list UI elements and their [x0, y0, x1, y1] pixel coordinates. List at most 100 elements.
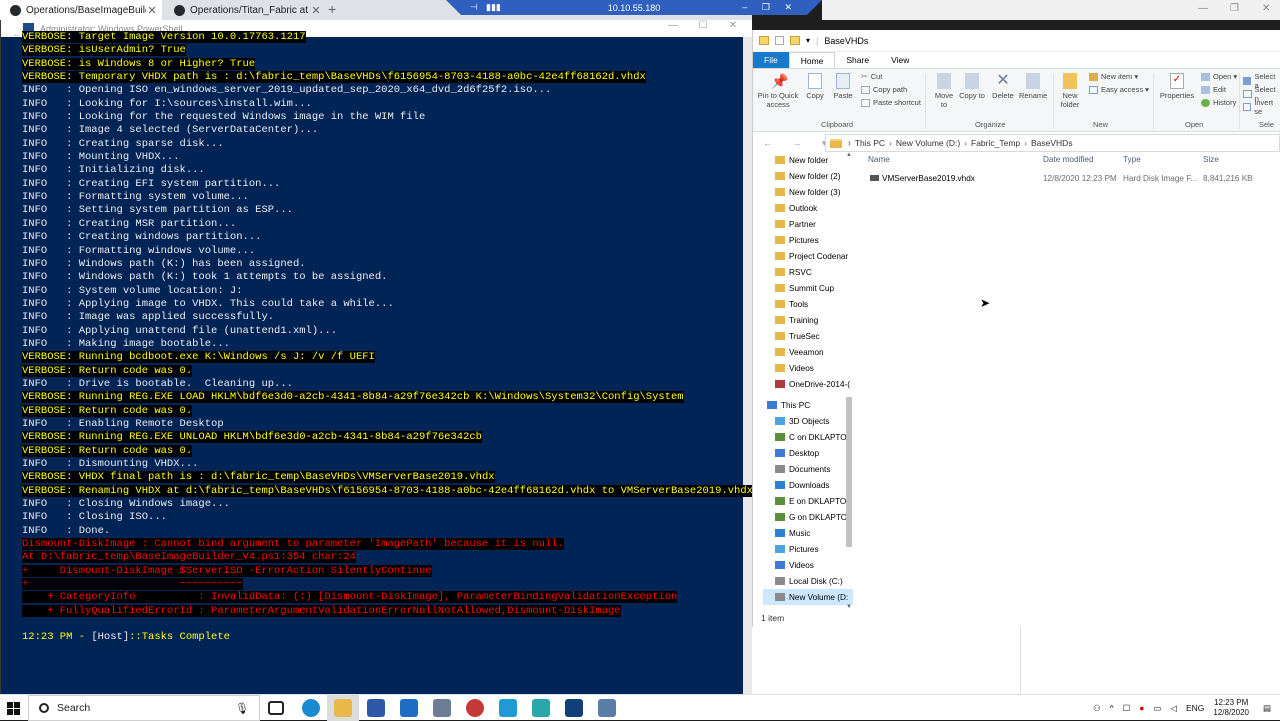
rdp-window-controls[interactable]: – ❐ ✕	[742, 2, 798, 13]
sidebar-item[interactable]: Music	[763, 525, 853, 541]
mail-icon[interactable]	[400, 699, 418, 717]
app-icon-4[interactable]	[532, 699, 550, 717]
sidebar-item[interactable]: New folder (3)	[763, 184, 853, 200]
history-button[interactable]: History	[1201, 98, 1236, 107]
sidebar-item[interactable]: Training	[763, 312, 853, 328]
pin-quick-access-button[interactable]: 📌 Pin to Quick access	[755, 73, 801, 109]
app-icon-3[interactable]	[499, 699, 517, 717]
sidebar-item[interactable]: New folder (2)	[763, 168, 853, 184]
app-icon-2[interactable]	[466, 699, 484, 717]
notification-icon[interactable]: ▤	[1263, 703, 1271, 714]
store-icon[interactable]	[367, 699, 385, 717]
navigation-scrollbar[interactable]: ▲ ▼	[845, 152, 853, 610]
pin-icon[interactable]: ⊣	[470, 2, 478, 13]
clock[interactable]: 12:23 PM 12/8/2020	[1213, 698, 1249, 718]
rename-button[interactable]: Rename	[1019, 73, 1047, 100]
sidebar-item[interactable]: Outlook	[763, 200, 853, 216]
sidebar-item[interactable]: New folder	[763, 152, 853, 168]
copy-path-button[interactable]: Copy path	[861, 85, 907, 94]
sidebar-item[interactable]: Tools	[763, 296, 853, 312]
scroll-thumb[interactable]	[846, 397, 852, 547]
maximize-icon[interactable]: ❐	[1230, 3, 1239, 14]
show-hidden-icons-icon[interactable]: ^	[1110, 703, 1114, 713]
close-icon[interactable]: ✕	[1262, 3, 1270, 14]
open-button[interactable]: Open ▾	[1201, 72, 1237, 81]
breadcrumb-this-pc[interactable]: This PC	[855, 138, 885, 148]
sidebar-item[interactable]: OneDrive-2014-(	[763, 376, 853, 392]
minimize-icon[interactable]: —	[658, 20, 688, 31]
address-bar[interactable]: › This PC › New Volume (D:) › Fabric_Tem…	[825, 134, 1280, 152]
tab-share[interactable]: Share	[835, 52, 880, 68]
sidebar-item[interactable]: Local Disk (C:)	[763, 573, 853, 589]
sidebar-item[interactable]: Veeamon	[763, 344, 853, 360]
sidebar-item[interactable]: Documents	[763, 461, 853, 477]
properties-button[interactable]: ✓ Properties	[1157, 73, 1197, 100]
breadcrumb-drive[interactable]: New Volume (D:)	[896, 138, 960, 148]
rdp-taskbar-icon[interactable]	[598, 699, 616, 717]
new-folder-quick-icon[interactable]	[790, 36, 800, 45]
sidebar-item[interactable]: E on DKLAPTOP	[763, 493, 853, 509]
powershell-taskbar-icon[interactable]	[565, 699, 583, 717]
maximize-icon[interactable]: ☐	[688, 20, 718, 31]
new-folder-button[interactable]: New folder	[1057, 73, 1083, 109]
browser-tab-2[interactable]: Operations/Titan_Fabric at mast ✕	[164, 0, 326, 20]
vertical-scrollbar[interactable]	[743, 37, 752, 694]
search-input[interactable]: Search 🎙	[28, 695, 260, 721]
copy-to-button[interactable]: Copy to	[959, 73, 985, 100]
file-explorer-icon[interactable]	[334, 699, 352, 717]
customize-toolbar-icon[interactable]: ▾	[806, 36, 810, 45]
sidebar-item[interactable]: RSVC	[763, 264, 853, 280]
sidebar-item[interactable]: Videos	[763, 360, 853, 376]
close-tab-icon[interactable]: ✕	[146, 4, 158, 17]
tab-file[interactable]: File	[753, 52, 789, 68]
sidebar-item[interactable]: Videos	[763, 557, 853, 573]
sidebar-item[interactable]: G on DKLAPTOP	[763, 509, 853, 525]
column-name[interactable]: Name	[868, 155, 890, 164]
sidebar-item[interactable]: 3D Objects	[763, 413, 853, 429]
microphone-icon[interactable]: 🎙	[235, 702, 249, 715]
sidebar-item[interactable]: Summit Cup	[763, 280, 853, 296]
list-item[interactable]: VMServerBase2019.vhdx 12/8/2020 12:23 PM…	[868, 171, 1280, 187]
edit-button[interactable]: Edit	[1201, 85, 1226, 94]
browser-tab-1[interactable]: Operations/BaseImageBuilder_V ✕	[0, 0, 162, 20]
paste-shortcut-button[interactable]: Paste shortcut	[861, 98, 921, 107]
edge-icon[interactable]	[302, 699, 320, 717]
new-tab-button[interactable]: +	[328, 1, 336, 17]
sidebar-item[interactable]: Partner	[763, 216, 853, 232]
app-icon-1[interactable]	[433, 699, 451, 717]
move-to-button[interactable]: Move to	[931, 73, 957, 109]
sidebar-item[interactable]: Pictures	[763, 232, 853, 248]
sidebar-item[interactable]: This PC	[763, 397, 853, 413]
network-icon[interactable]: ☐	[1123, 703, 1131, 714]
security-icon[interactable]: ●	[1139, 703, 1144, 713]
new-item-button[interactable]: New item ▾	[1089, 72, 1138, 81]
close-icon[interactable]: ✕	[718, 20, 748, 31]
console-output[interactable]: VERBOSE: Target Image Version 10.0.17763…	[22, 31, 753, 645]
start-button[interactable]	[0, 695, 26, 721]
tab-view[interactable]: View	[880, 52, 920, 68]
copy-button[interactable]: Copy	[803, 73, 827, 100]
breadcrumb-fabric-temp[interactable]: Fabric_Temp	[971, 138, 1020, 148]
column-size[interactable]: Size	[1203, 155, 1219, 164]
tab-home[interactable]: Home	[788, 52, 836, 68]
task-view-icon[interactable]	[268, 701, 284, 715]
sidebar-item[interactable]: New Volume (D:	[763, 589, 853, 605]
sidebar-item[interactable]: Project Codenar	[763, 248, 853, 264]
easy-access-button[interactable]: Easy access ▾	[1089, 85, 1149, 94]
column-type[interactable]: Type	[1123, 155, 1141, 164]
explorer-titlebar[interactable]: ▾ | BaseVHDs	[753, 30, 1280, 52]
people-icon[interactable]: ⚇	[1093, 703, 1101, 714]
sidebar-item[interactable]: Pictures	[763, 541, 853, 557]
column-date-modified[interactable]: Date modified	[1043, 155, 1094, 164]
paste-button[interactable]: Paste	[831, 73, 855, 100]
battery-icon[interactable]: ▭	[1153, 703, 1161, 714]
sidebar-item[interactable]: Desktop	[763, 445, 853, 461]
minimize-icon[interactable]: —	[1198, 3, 1208, 14]
properties-quick-icon[interactable]	[775, 36, 784, 45]
cut-button[interactable]: ✂ Cut	[861, 72, 882, 81]
breadcrumb-basevhds[interactable]: BaseVHDs	[1031, 138, 1073, 148]
sidebar-item[interactable]: C on DKLAPTOP	[763, 429, 853, 445]
delete-button[interactable]: ✕ Delete	[989, 73, 1017, 101]
invert-selection-button[interactable]: Invert se	[1243, 98, 1280, 116]
sidebar-item[interactable]: Downloads	[763, 477, 853, 493]
